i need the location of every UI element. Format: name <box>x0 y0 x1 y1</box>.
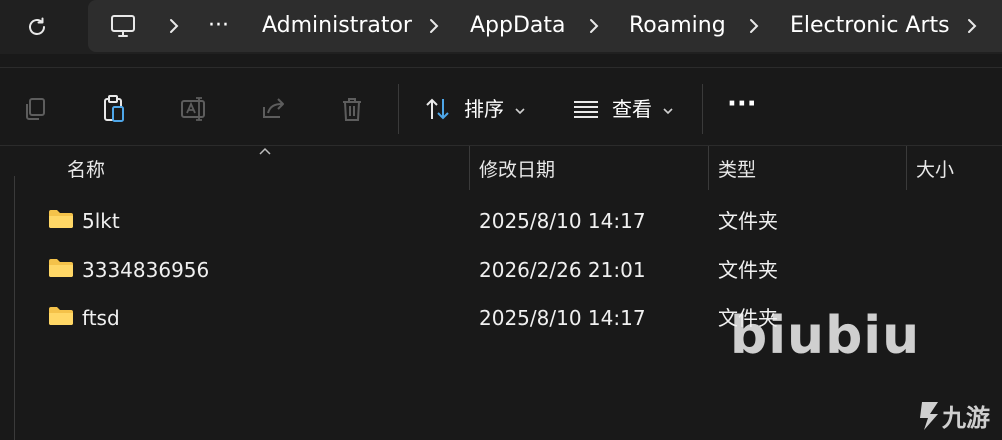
chevron-right-icon[interactable] <box>748 16 760 36</box>
copy-icon <box>26 98 45 120</box>
command-bar: 排序 查看 ··· <box>0 67 1002 145</box>
chevron-right-icon[interactable] <box>168 16 180 36</box>
column-header-type[interactable]: 类型 <box>718 157 756 183</box>
rename-icon <box>181 97 205 121</box>
folder-icon <box>49 210 73 228</box>
chevron-right-icon[interactable] <box>428 16 440 36</box>
breadcrumb-overflow[interactable]: ··· <box>208 12 229 40</box>
more-options-button[interactable]: ··· <box>727 90 757 118</box>
folder-icon <box>49 307 73 325</box>
chevron-right-icon[interactable] <box>966 16 978 36</box>
paste-icon <box>104 95 124 122</box>
file-name: ftsd <box>82 306 120 330</box>
svg-text:九游: 九游 <box>941 404 990 432</box>
folder-icon <box>49 259 73 277</box>
file-list: 名称 修改日期 类型 大小 5lkt 2025/8/10 14:17 文件夹 3… <box>0 145 1002 440</box>
copy-button[interactable] <box>17 91 53 127</box>
list-view-icon <box>574 101 598 118</box>
date-modified: 2026/2/26 21:01 <box>479 258 646 282</box>
chevron-down-icon[interactable] <box>514 107 526 115</box>
sort-arrows-icon <box>426 98 449 120</box>
trash-icon <box>343 98 361 121</box>
table-row[interactable]: 3334836956 2026/2/26 21:01 文件夹 <box>0 246 1002 294</box>
date-modified: 2025/8/10 14:17 <box>479 209 646 233</box>
file-type: 文件夹 <box>718 258 778 282</box>
chevron-down-icon[interactable] <box>662 107 674 115</box>
column-header-name[interactable]: 名称 <box>67 157 105 183</box>
sort-button[interactable] <box>420 91 456 127</box>
jiuyou-logo: 九游 <box>920 402 990 432</box>
file-type: 文件夹 <box>718 209 778 233</box>
column-header-modified[interactable]: 修改日期 <box>479 157 555 183</box>
column-divider[interactable] <box>469 146 470 190</box>
delete-button[interactable] <box>334 91 370 127</box>
breadcrumb-roaming[interactable]: Roaming <box>629 12 726 40</box>
chevron-right-icon[interactable] <box>588 16 600 36</box>
toolbar-divider <box>702 84 703 134</box>
sort-label[interactable]: 排序 <box>464 95 504 123</box>
view-label[interactable]: 查看 <box>612 95 652 123</box>
file-explorer-window: ··· Administrator AppData Roaming Electr… <box>0 0 1002 440</box>
refresh-button[interactable] <box>20 10 54 44</box>
breadcrumb-appdata[interactable]: AppData <box>470 12 566 40</box>
view-button[interactable] <box>568 91 604 127</box>
sort-ascending-icon <box>259 147 271 155</box>
watermark-text: biubiu <box>730 306 921 366</box>
rename-button[interactable] <box>176 91 212 127</box>
breadcrumb-electronic-arts[interactable]: Electronic Arts <box>790 12 950 40</box>
column-divider[interactable] <box>708 146 709 190</box>
column-divider[interactable] <box>906 146 907 190</box>
column-header-size[interactable]: 大小 <box>916 157 954 183</box>
share-icon <box>263 98 284 118</box>
refresh-icon <box>29 17 45 35</box>
breadcrumb-administrator[interactable]: Administrator <box>262 12 412 40</box>
this-pc-icon[interactable] <box>108 11 138 41</box>
paste-button[interactable] <box>96 91 132 127</box>
share-button[interactable] <box>256 91 292 127</box>
toolbar-divider <box>398 84 399 134</box>
date-modified: 2025/8/10 14:17 <box>479 306 646 330</box>
file-name: 5lkt <box>82 209 120 233</box>
table-row[interactable]: 5lkt 2025/8/10 14:17 文件夹 <box>0 197 1002 245</box>
file-name: 3334836956 <box>82 258 210 282</box>
address-bar[interactable]: ··· Administrator AppData Roaming Electr… <box>88 0 1002 52</box>
address-row: ··· Administrator AppData Roaming Electr… <box>0 0 1002 54</box>
